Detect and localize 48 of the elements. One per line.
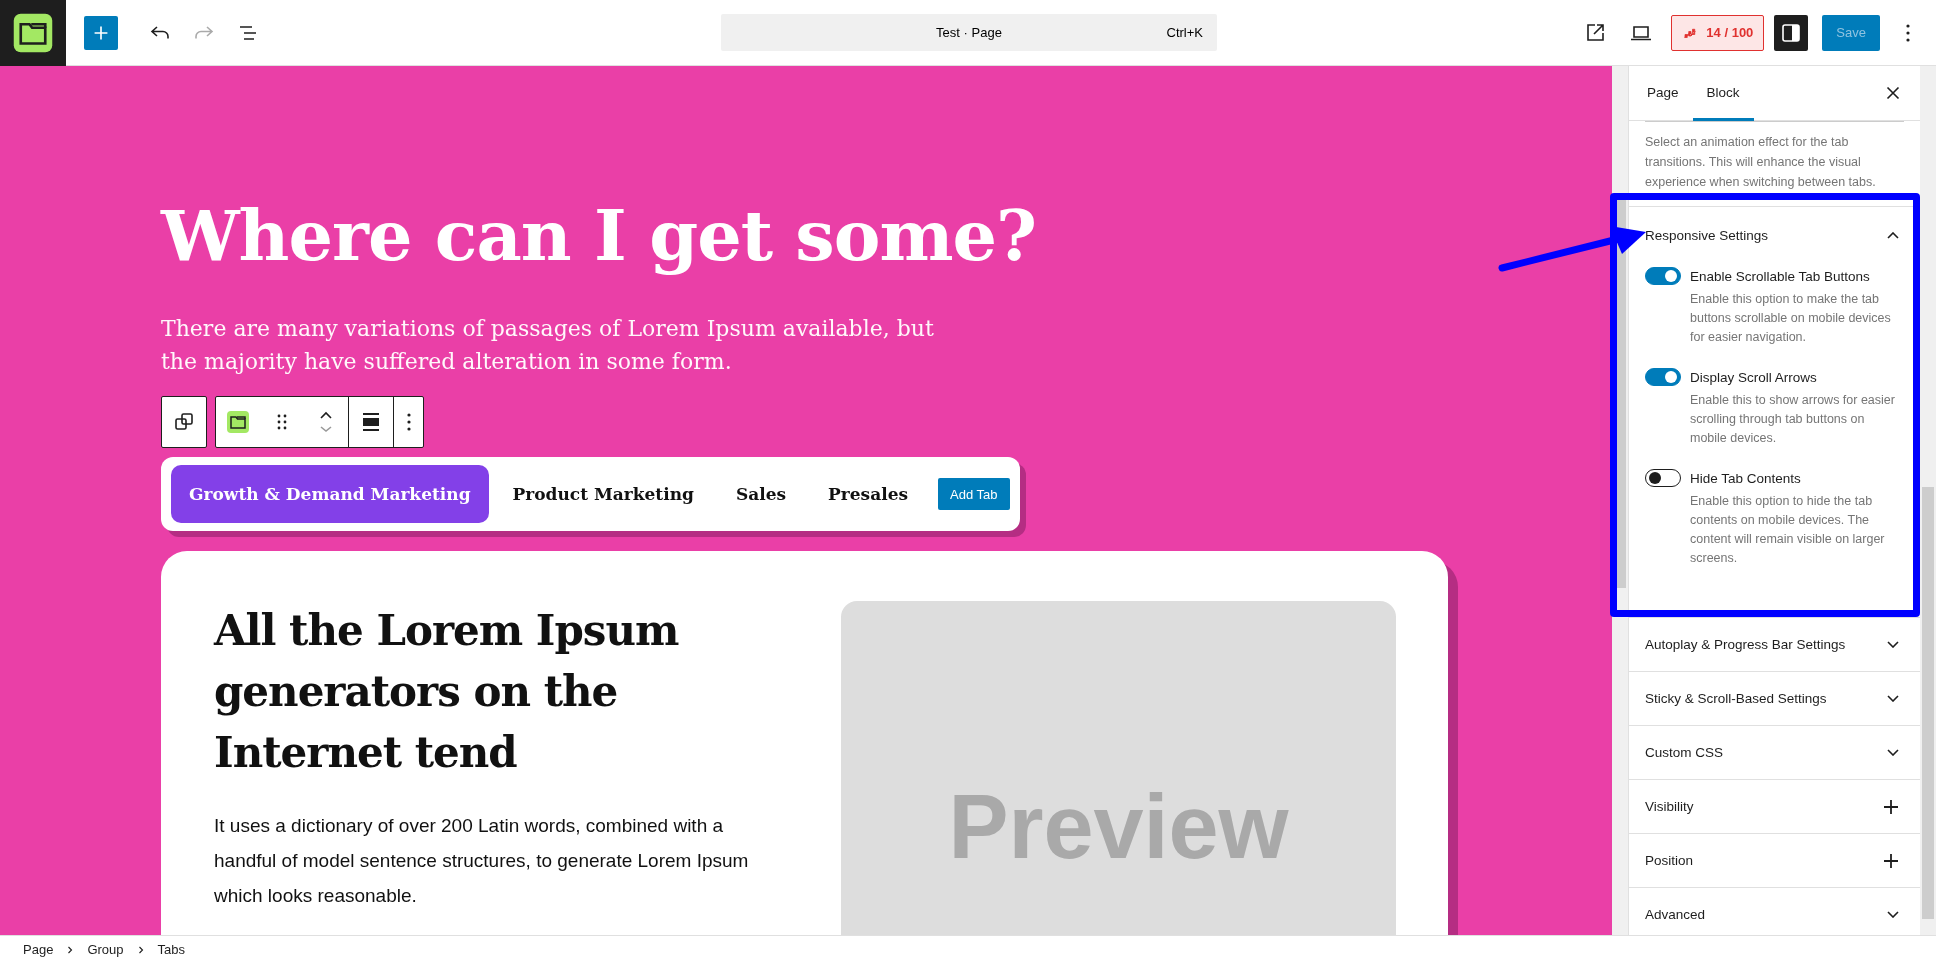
sidebar-tab[interactable]: Page — [1633, 66, 1693, 121]
chevron-down-icon — [1887, 695, 1899, 702]
help-text: Enable this option to make the tab buttons scrollable on mobile devices for easier navigation. — [1690, 291, 1892, 346]
toggle-label: Display Scroll Arrows — [1690, 369, 1817, 385]
chevron-down-icon — [1887, 911, 1899, 918]
plus-icon — [1883, 852, 1899, 869]
help-text: Enable this option to hide the tab contents on mobile devices. The content will remain visible on larger screens. — [1690, 493, 1886, 567]
toggle-label: Hide Tab Contents — [1690, 470, 1801, 486]
block-icon — [226, 410, 250, 434]
add-block-button[interactable] — [84, 15, 118, 50]
site-logo-icon[interactable] — [12, 11, 54, 54]
tab[interactable]: Product Marketing — [494, 465, 712, 523]
toggle-switch[interactable] — [1645, 469, 1681, 487]
chevron-up-icon — [1887, 231, 1899, 239]
help-text: Select an animation effect for the tab transitions. This will enhance the visual experience when switching between tabs. — [1645, 134, 1877, 191]
panel-title: Responsive Settings — [1645, 227, 1769, 243]
panel-header[interactable]: Responsive Settings — [1645, 207, 1904, 263]
add-tab-button[interactable]: Add Tab — [938, 478, 1010, 510]
more-icon — [406, 413, 411, 431]
section-title: Advanced — [1645, 907, 1706, 922]
breadcrumb-link[interactable]: Page — [18, 942, 59, 957]
tab[interactable]: Sales — [717, 465, 805, 523]
chevron-down-icon — [1887, 641, 1899, 648]
toggle-switch[interactable] — [1645, 368, 1681, 386]
card-heading: All the Lorem Ipsum generators on the Internet tend — [214, 605, 680, 779]
section-title: Visibility — [1645, 799, 1694, 814]
scrollbar-thumb[interactable] — [1922, 487, 1934, 919]
help-text: Enable this to show arrows for easier scrolling through tab buttons on mobile devices. — [1690, 392, 1896, 447]
plus-icon — [1883, 798, 1899, 815]
section-title: Position — [1645, 853, 1694, 868]
settings-panel-toggle[interactable] — [1774, 14, 1809, 51]
card-paragraph: It uses a dictionary of over 200 Latin words, combined with a handful of model sentence structures, to generate Lorem Ipsum which looks reasonable. — [214, 813, 750, 908]
toggle-label: Enable Scrollable Tab Buttons — [1690, 268, 1870, 284]
toggle-switch[interactable] — [1645, 267, 1681, 285]
sidebar-tab[interactable]: Block — [1692, 66, 1754, 121]
section-title: Custom CSS — [1645, 745, 1724, 760]
chevron-down-icon — [1887, 749, 1899, 756]
breadcrumb-link[interactable]: Group — [82, 942, 129, 957]
command-search-bar[interactable]: Test · Page Ctrl+K — [721, 14, 1217, 51]
tab[interactable]: Presales — [810, 465, 927, 523]
section-title: Sticky & Scroll-Based Settings — [1645, 691, 1827, 706]
page-heading: Where can I get some? — [161, 194, 1037, 278]
tab[interactable]: Growth & Demand Marketing — [171, 465, 489, 523]
more-icon — [1906, 23, 1910, 42]
intro-paragraph: There are many variations of passages of Lorem Ipsum available, but the majority have suffered alteration in some form. — [161, 315, 935, 376]
seo-score-button[interactable]: 14 / 100 — [1671, 14, 1765, 51]
section-title: Autoplay & Progress Bar Settings — [1645, 637, 1846, 652]
breadcrumb-link[interactable]: Tabs — [152, 942, 190, 957]
